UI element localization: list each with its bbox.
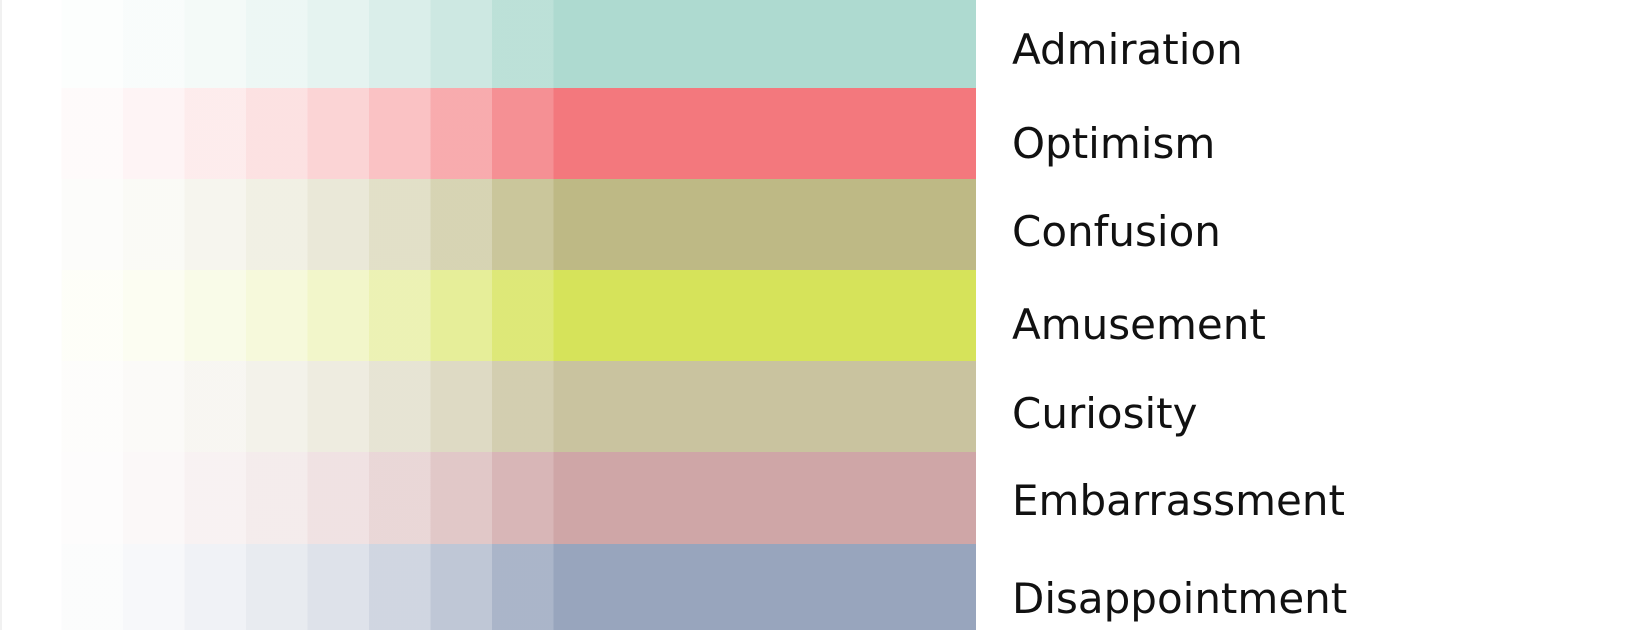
legend-label-disappointment: Disappointment bbox=[1012, 574, 1348, 623]
legend-label-admiration: Admiration bbox=[1012, 25, 1243, 74]
legend-label-confusion: Confusion bbox=[1012, 207, 1221, 256]
legend-row-admiration: Admiration bbox=[0, 0, 1650, 88]
legend-label-optimism: Optimism bbox=[1012, 119, 1216, 168]
color-swatch-confusion bbox=[0, 179, 976, 270]
legend-row-embarrassment: Embarrassment bbox=[0, 452, 1650, 544]
color-swatch-optimism bbox=[0, 88, 976, 179]
color-swatch-amusement bbox=[0, 270, 976, 361]
color-swatch-disappointment bbox=[0, 544, 976, 630]
legend-row-optimism: Optimism bbox=[0, 88, 1650, 179]
emotion-color-legend: Admiration Optimism Confusion Amusement … bbox=[0, 0, 1650, 630]
legend-label-curiosity: Curiosity bbox=[1012, 389, 1198, 438]
color-swatch-curiosity bbox=[0, 361, 976, 452]
legend-row-curiosity: Curiosity bbox=[0, 361, 1650, 452]
color-swatch-admiration bbox=[0, 0, 976, 88]
legend-row-amusement: Amusement bbox=[0, 270, 1650, 361]
legend-row-confusion: Confusion bbox=[0, 179, 1650, 270]
legend-row-disappointment: Disappointment bbox=[0, 544, 1650, 630]
color-swatch-embarrassment bbox=[0, 452, 976, 544]
legend-label-embarrassment: Embarrassment bbox=[1012, 476, 1345, 525]
legend-label-amusement: Amusement bbox=[1012, 300, 1266, 349]
